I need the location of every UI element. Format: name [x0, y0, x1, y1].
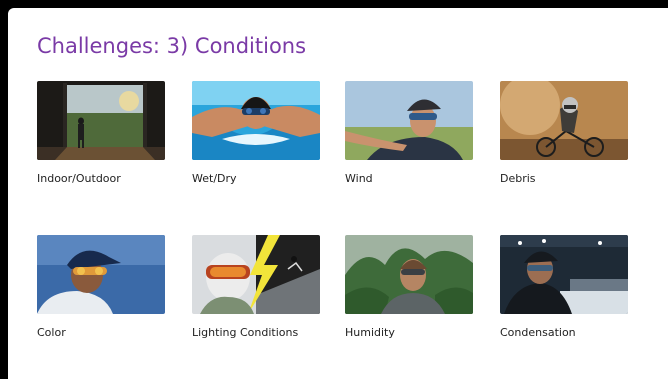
condition-label: Debris	[500, 172, 536, 185]
condition-label: Wind	[345, 172, 373, 185]
swimmer-photo	[192, 81, 320, 160]
condition-label: Indoor/Outdoor	[37, 172, 121, 185]
doorway-photo	[37, 81, 165, 160]
condition-label: Lighting Conditions	[192, 326, 299, 339]
condition-label: Wet/Dry	[192, 172, 237, 185]
cyclist-photo	[345, 81, 473, 160]
slide: Challenges: 3) Conditions Indoor/Outdoor	[8, 8, 668, 379]
condition-tile-indoor-outdoor: Indoor/Outdoor	[37, 81, 165, 185]
skier-lightning-photo	[192, 235, 320, 314]
condition-tile-color: Color	[37, 235, 165, 339]
condition-label: Humidity	[345, 326, 395, 339]
condition-tile-lighting: Lighting Conditions	[192, 235, 320, 339]
baseball-player-photo	[37, 235, 165, 314]
condition-tile-humidity: Humidity	[345, 235, 473, 339]
condition-tile-wind: Wind	[345, 81, 473, 185]
condition-label: Condensation	[500, 326, 576, 339]
condition-label: Color	[37, 326, 66, 339]
condition-tile-condensation: Condensation	[500, 235, 628, 339]
hockey-player-photo	[500, 235, 628, 314]
slide-title: Challenges: 3) Conditions	[37, 34, 307, 58]
jungle-hiker-photo	[345, 235, 473, 314]
condition-tile-wet-dry: Wet/Dry	[192, 81, 320, 185]
mountain-biker-photo	[500, 81, 628, 160]
condition-tile-debris: Debris	[500, 81, 628, 185]
